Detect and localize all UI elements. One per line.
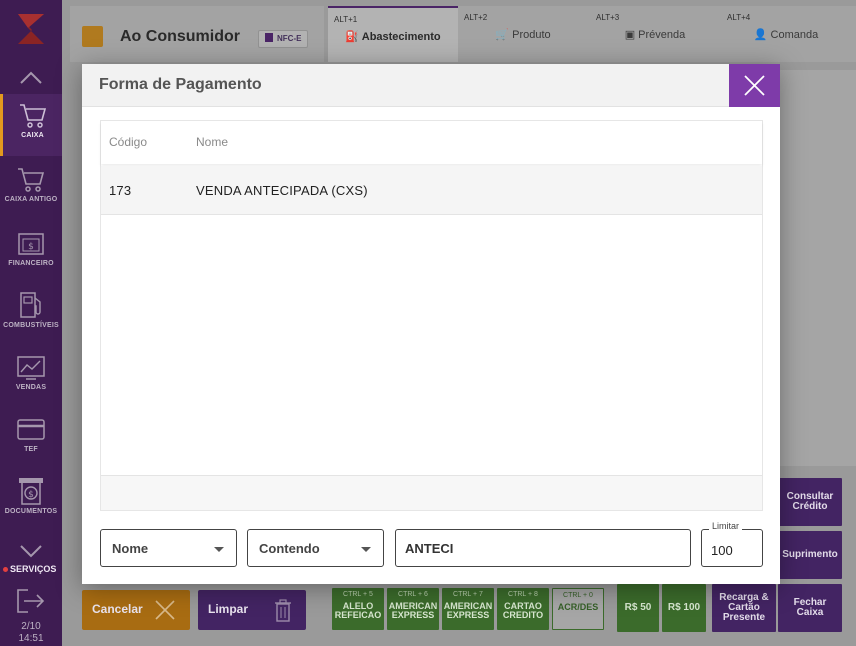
chevron-up-icon[interactable] bbox=[19, 68, 43, 88]
filter-mode-select[interactable]: Contendo bbox=[247, 529, 384, 567]
dropdown-arrow-icon bbox=[361, 547, 371, 552]
dropdown-arrow-icon bbox=[214, 547, 224, 552]
supply-button[interactable]: Suprimento bbox=[778, 531, 842, 579]
dialog-header: Forma de Pagamento bbox=[82, 64, 780, 107]
servicos-link[interactable]: SERVIÇOS bbox=[3, 564, 56, 574]
tab-label: 🛒 Produto bbox=[495, 29, 551, 41]
date-label: 2/10 bbox=[21, 621, 41, 632]
chart-icon bbox=[17, 356, 45, 380]
payment-method-table: Código Nome 173 VENDA ANTECIPADA (CXS) bbox=[100, 120, 763, 511]
dialog-close-button[interactable] bbox=[729, 64, 780, 107]
money-icon: $ bbox=[18, 233, 44, 255]
card-icon bbox=[17, 419, 45, 440]
sidebar-item-label: COMBUSTÍVEIS bbox=[3, 322, 59, 329]
sidebar-item-documentos[interactable]: $ DOCUMENTOS bbox=[0, 470, 62, 532]
limit-label: Limitar bbox=[709, 521, 743, 531]
sidebar-item-financeiro[interactable]: $ FINANCEIRO bbox=[0, 222, 62, 284]
sidebar-item-caixa[interactable]: CAIXA bbox=[0, 94, 62, 156]
payment-amex-button[interactable]: CTRL + 6 AMERICAN EXPRESS bbox=[387, 588, 439, 630]
clock: 2/10 14:51 bbox=[0, 621, 62, 645]
limit-field: Limitar bbox=[701, 521, 763, 567]
payment-alelo-button[interactable]: CTRL + 5 ALELO REFEICAO bbox=[332, 588, 384, 630]
payment-amex-2-button[interactable]: CTRL + 7 AMERICAN EXPRESS bbox=[442, 588, 494, 630]
close-register-button[interactable]: Fechar Caixa bbox=[778, 584, 842, 632]
tab-shortcut: ALT+4 bbox=[727, 13, 751, 22]
column-header-codigo[interactable]: Código bbox=[109, 135, 147, 149]
dialog-title: Forma de Pagamento bbox=[99, 76, 262, 93]
customer-panel: Ao Consumidor NFC-E bbox=[70, 6, 324, 62]
payment-method-dialog: Forma de Pagamento Código Nome 173 VENDA… bbox=[82, 64, 780, 584]
user-avatar-icon bbox=[82, 26, 103, 47]
tab-produto[interactable]: ALT+2 🛒 Produto bbox=[458, 6, 588, 62]
logout-icon[interactable] bbox=[16, 588, 46, 614]
nfce-badge[interactable]: NFC-E bbox=[258, 30, 309, 48]
sidebar-item-tef[interactable]: TEF bbox=[0, 408, 62, 470]
sidebar-item-label: TEF bbox=[24, 446, 38, 453]
trash-icon bbox=[275, 599, 291, 622]
sidebar: CAIXA CAIXA ANTIGO $ FINANCEIRO COMBUSTÍ… bbox=[0, 0, 62, 646]
tab-comanda[interactable]: ALT+4 👤 Comanda bbox=[721, 6, 851, 62]
value-100-button[interactable]: R$ 100 bbox=[662, 584, 706, 632]
svg-text:$: $ bbox=[28, 242, 34, 252]
cell-codigo: 173 bbox=[109, 183, 132, 198]
document-icon bbox=[265, 33, 273, 42]
cart-icon bbox=[18, 168, 45, 192]
document-icon: $ bbox=[19, 478, 43, 505]
status-dot-icon bbox=[3, 567, 8, 573]
table-row[interactable]: 173 VENDA ANTECIPADA (CXS) bbox=[101, 166, 762, 215]
sidebar-item-vendas[interactable]: VENDAS bbox=[0, 346, 62, 408]
chevron-down-icon[interactable] bbox=[19, 542, 43, 560]
fuel-pump-icon bbox=[20, 292, 41, 318]
sidebar-item-label: VENDAS bbox=[15, 384, 47, 391]
payment-credit-card-button[interactable]: CTRL + 8 CARTAO CREDITO bbox=[497, 588, 549, 630]
sidebar-item-label: CAIXA ANTIGO bbox=[4, 196, 58, 203]
customer-name: Ao Consumidor bbox=[120, 28, 240, 45]
cart-icon bbox=[19, 104, 46, 128]
cell-nome: VENDA ANTECIPADA (CXS) bbox=[196, 183, 368, 198]
sidebar-item-caixa-antigo[interactable]: CAIXA ANTIGO bbox=[0, 158, 62, 220]
close-icon bbox=[155, 600, 175, 620]
sidebar-item-label: DOCUMENTOS bbox=[4, 508, 58, 515]
tab-label: 👤 Comanda bbox=[753, 29, 819, 41]
tab-shortcut: ALT+3 bbox=[596, 13, 620, 22]
search-input[interactable] bbox=[395, 529, 691, 567]
tab-abastecimento[interactable]: ALT+1 ⛽ Abastecimento bbox=[328, 6, 458, 62]
sidebar-item-label: FINANCEIRO bbox=[8, 260, 54, 267]
value-50-button[interactable]: R$ 50 bbox=[617, 584, 659, 632]
filter-field-select[interactable]: Nome bbox=[100, 529, 237, 567]
logo-icon bbox=[18, 14, 44, 44]
column-header-nome[interactable]: Nome bbox=[196, 135, 228, 149]
tab-prevenda[interactable]: ALT+3 ▣ Prévenda bbox=[590, 6, 720, 62]
tab-shortcut: ALT+2 bbox=[464, 13, 488, 22]
tab-shortcut: ALT+1 bbox=[334, 15, 358, 24]
sidebar-item-label: CAIXA bbox=[21, 132, 44, 139]
sidebar-item-combustiveis[interactable]: COMBUSTÍVEIS bbox=[0, 284, 62, 346]
tab-bar: ALT+1 ⛽ Abastecimento ALT+2 🛒 Produto AL… bbox=[328, 6, 856, 62]
tab-label: ⛽ Abastecimento bbox=[345, 31, 441, 43]
table-header: Código Nome bbox=[101, 121, 762, 164]
time-label: 14:51 bbox=[18, 633, 44, 644]
close-icon bbox=[744, 75, 765, 96]
acr-des-button[interactable]: CTRL + 0 ACR/DES bbox=[552, 588, 604, 630]
table-footer bbox=[101, 475, 762, 510]
cancel-button[interactable]: Cancelar bbox=[82, 590, 190, 630]
tab-label: ▣ Prévenda bbox=[624, 29, 686, 41]
limit-input[interactable] bbox=[701, 529, 763, 567]
check-credit-button[interactable]: Consultar Crédito bbox=[778, 478, 842, 526]
clear-button[interactable]: Limpar bbox=[198, 590, 306, 630]
recharge-gift-card-button[interactable]: Recarga & Cartão Presente bbox=[712, 584, 776, 632]
svg-text:$: $ bbox=[28, 490, 34, 500]
